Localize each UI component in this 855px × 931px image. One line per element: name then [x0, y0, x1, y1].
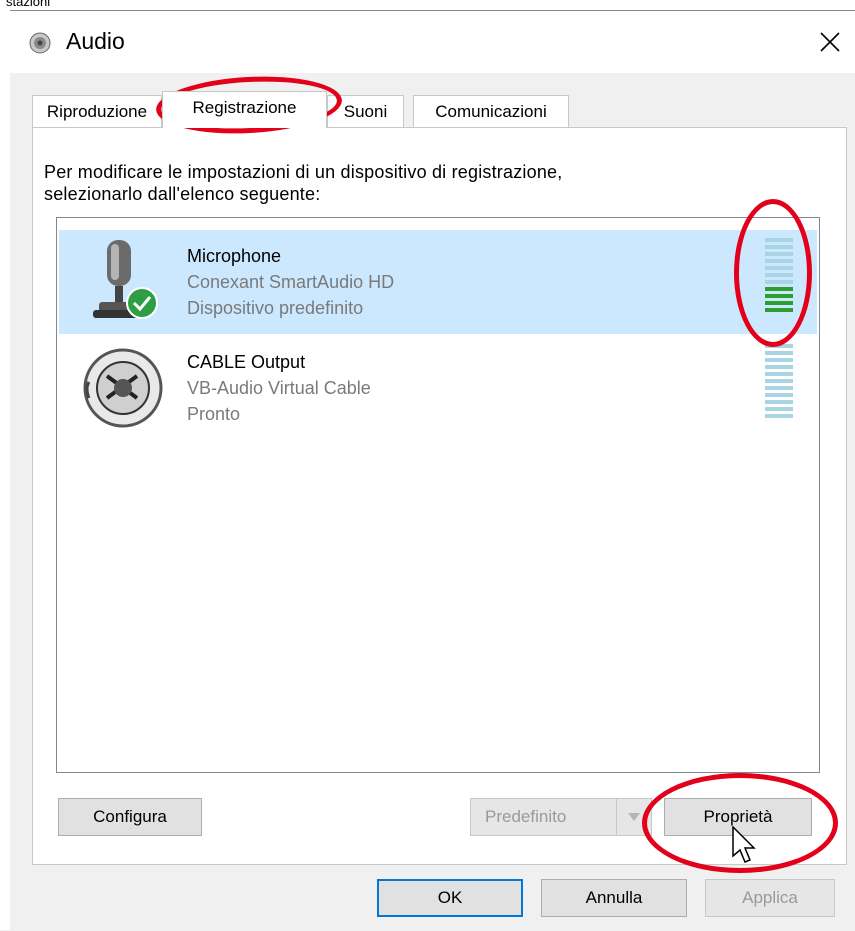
ok-button[interactable]: OK — [377, 879, 523, 917]
device-name: Microphone — [187, 246, 282, 266]
device-status: Dispositivo predefinito — [187, 298, 364, 318]
level-meter-segment — [765, 400, 793, 404]
level-meter-segment — [765, 379, 793, 383]
device-description: VB-Audio Virtual Cable — [187, 378, 371, 398]
level-meter-segment — [765, 287, 793, 291]
chevron-down-icon[interactable] — [616, 799, 651, 835]
apply-button[interactable]: Applica — [705, 879, 835, 917]
level-meter-segment — [765, 351, 793, 355]
level-meter-segment — [765, 301, 793, 305]
device-status: Pronto — [187, 404, 241, 424]
background-text-fragment: stazioni — [6, 0, 51, 9]
tab-registrazione[interactable]: Registrazione — [162, 91, 327, 128]
level-meter-segment — [765, 358, 793, 362]
window-title: Audio — [66, 28, 125, 54]
cancel-button[interactable]: Annulla — [541, 879, 687, 917]
check-badge-icon — [126, 287, 158, 319]
audio-dialog: Audio Riproduzione Registrazione Suoni C… — [10, 10, 855, 931]
level-meter-segment — [765, 259, 793, 263]
device-item-microphone[interactable]: Microphone Conexant SmartAudio HD Dispos… — [59, 230, 817, 334]
level-meter-segment — [765, 266, 793, 270]
level-meter-segment — [765, 252, 793, 256]
title-bar[interactable]: Audio — [10, 11, 855, 73]
configure-button[interactable]: Configura — [58, 798, 202, 836]
cable-connector-icon — [83, 348, 163, 428]
level-meter-segment — [765, 393, 793, 397]
level-meter-segment — [765, 344, 793, 348]
level-meter-segment — [765, 386, 793, 390]
device-description: Conexant SmartAudio HD — [187, 272, 395, 292]
level-meter-segment — [765, 372, 793, 376]
recording-device-list[interactable]: Microphone Conexant SmartAudio HD Dispos… — [56, 217, 820, 773]
mouse-cursor-icon — [732, 826, 756, 863]
set-default-button[interactable]: Predefinito — [470, 798, 652, 836]
level-meter-segment — [765, 280, 793, 284]
device-item-cable-output[interactable]: CABLE Output VB-Audio Virtual Cable Pron… — [59, 336, 817, 440]
close-button[interactable] — [805, 11, 855, 73]
level-meter-segment — [765, 294, 793, 298]
tab-suoni[interactable]: Suoni — [327, 95, 404, 127]
level-meter-segment — [765, 273, 793, 277]
level-meter — [765, 344, 793, 424]
instructions-text: Per modificare le impostazioni di un dis… — [44, 162, 563, 204]
level-meter-segment — [765, 308, 793, 312]
level-meter — [765, 238, 793, 318]
close-icon — [820, 32, 840, 52]
tab-comunicazioni[interactable]: Comunicazioni — [413, 95, 569, 127]
level-meter-segment — [765, 365, 793, 369]
device-name: CABLE Output — [187, 352, 306, 372]
level-meter-segment — [765, 414, 793, 418]
level-meter-segment — [765, 245, 793, 249]
background-window-strip: stazioni — [0, 0, 855, 10]
tab-riproduzione[interactable]: Riproduzione — [32, 95, 162, 127]
level-meter-segment — [765, 238, 793, 242]
speaker-icon — [29, 32, 51, 54]
level-meter-segment — [765, 407, 793, 411]
